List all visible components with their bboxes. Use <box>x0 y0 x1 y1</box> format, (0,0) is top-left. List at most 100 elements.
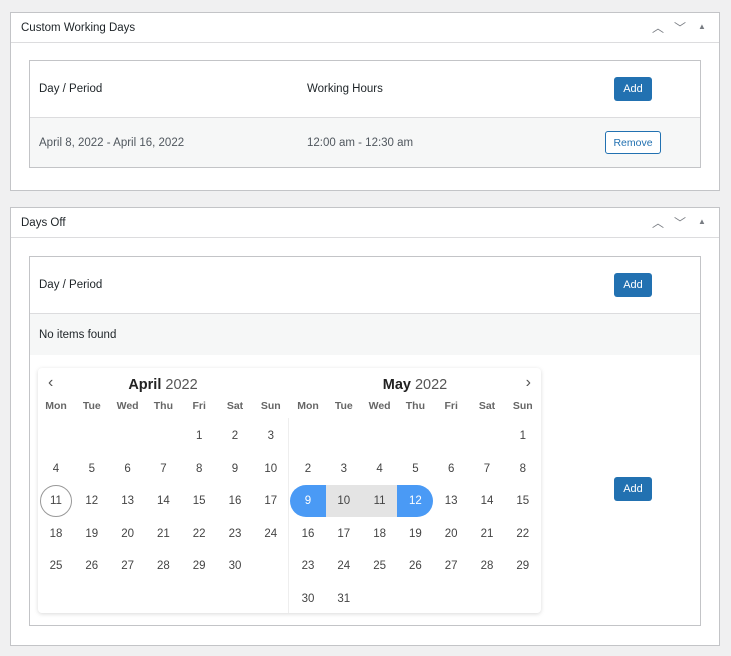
day-cell[interactable]: 3 <box>326 453 362 485</box>
day-cell[interactable]: 25 <box>38 550 74 582</box>
day-cell[interactable]: 11 <box>38 485 74 517</box>
panel-header: Days Off <box>11 208 719 238</box>
add-button[interactable]: Add <box>614 77 652 101</box>
day-cell[interactable]: 24 <box>326 550 362 582</box>
day-number: 8 <box>519 462 526 475</box>
move-down-icon[interactable]: ﹀ <box>673 19 687 36</box>
table-row: April 8, 2022 - April 16, 2022 12:00 am … <box>30 118 700 167</box>
day-cell[interactable]: 8 <box>181 453 217 485</box>
day-cell[interactable]: 18 <box>362 518 398 550</box>
day-cell[interactable]: 15 <box>181 485 217 517</box>
day-cell[interactable]: 30 <box>290 583 326 615</box>
day-cell[interactable]: 23 <box>290 550 326 582</box>
day-cell[interactable]: 6 <box>110 453 146 485</box>
day-number: 1 <box>195 430 203 442</box>
day-cell[interactable]: 24 <box>253 518 289 550</box>
day-number: 15 <box>516 495 530 507</box>
day-number: 23 <box>301 560 315 572</box>
table-header: Day / Period Working Hours Add <box>30 61 700 118</box>
col-working-hours: Working Hours <box>307 83 383 95</box>
day-cell[interactable]: 22 <box>505 518 541 550</box>
month-year: 2022 <box>165 377 198 393</box>
toggle-panel-icon[interactable]: ▲ <box>695 214 709 231</box>
day-number: 7 <box>483 462 491 475</box>
day-cell[interactable]: 10 <box>253 453 289 485</box>
day-cell[interactable]: 21 <box>145 518 181 550</box>
day-cell[interactable]: 9 <box>290 485 326 517</box>
day-cell[interactable]: 25 <box>362 550 398 582</box>
day-cell[interactable]: 9 <box>217 453 253 485</box>
day-cell[interactable]: 16 <box>217 485 253 517</box>
move-up-icon[interactable]: ︿ <box>651 214 665 231</box>
move-up-icon[interactable]: ︿ <box>651 19 665 36</box>
remove-button[interactable]: Remove <box>605 131 661 154</box>
day-cell[interactable]: 13 <box>110 485 146 517</box>
month-title: April 2022 <box>38 377 288 393</box>
panel-title: Custom Working Days <box>21 21 136 34</box>
day-number: 6 <box>124 462 131 475</box>
day-number: 8 <box>195 462 203 475</box>
day-cell[interactable]: 15 <box>505 485 541 517</box>
day-number: 30 <box>301 592 315 605</box>
day-number: 14 <box>480 495 494 507</box>
move-down-icon[interactable]: ﹀ <box>673 214 687 231</box>
day-number: 17 <box>264 495 278 507</box>
day-cell[interactable]: 31 <box>326 583 362 615</box>
day-number: 13 <box>444 495 458 507</box>
day-cell[interactable]: 14 <box>469 485 505 517</box>
day-cell[interactable]: 30 <box>217 550 253 582</box>
day-cell[interactable]: 1 <box>505 420 541 452</box>
day-cell[interactable]: 20 <box>110 518 146 550</box>
day-cell[interactable]: 17 <box>253 485 289 517</box>
add-button[interactable]: Add <box>614 273 652 297</box>
day-cell[interactable]: 12 <box>74 485 110 517</box>
day-cell[interactable]: 21 <box>469 518 505 550</box>
day-number: 20 <box>121 527 134 540</box>
day-number: 18 <box>49 527 63 540</box>
day-cell[interactable]: 5 <box>74 453 110 485</box>
day-cell[interactable]: 7 <box>145 453 181 485</box>
day-cell[interactable]: 5 <box>397 453 433 485</box>
day-cell[interactable]: 27 <box>110 550 146 582</box>
day-cell[interactable]: 19 <box>74 518 110 550</box>
working-days-table: Day / Period Working Hours Add April 8, … <box>29 60 701 168</box>
panel-title: Days Off <box>21 216 66 229</box>
day-cell[interactable]: 26 <box>74 550 110 582</box>
day-cell[interactable]: 4 <box>362 453 398 485</box>
day-cell[interactable]: 29 <box>181 550 217 582</box>
day-cell[interactable]: 20 <box>433 518 469 550</box>
day-cell[interactable]: 28 <box>145 550 181 582</box>
day-cell[interactable]: 19 <box>397 518 433 550</box>
day-cell[interactable]: 14 <box>145 485 181 517</box>
weekday-label: Wed <box>116 400 139 412</box>
day-cell[interactable]: 2 <box>290 453 326 485</box>
day-cell[interactable]: 17 <box>326 518 362 550</box>
day-cell[interactable]: 26 <box>397 550 433 582</box>
period-cell: April 8, 2022 - April 16, 2022 <box>39 136 185 149</box>
day-cell[interactable]: 1 <box>181 420 217 452</box>
day-cell[interactable]: 6 <box>433 453 469 485</box>
day-cell[interactable]: 22 <box>181 518 217 550</box>
day-cell[interactable]: 12 <box>397 485 434 517</box>
day-cell[interactable]: 27 <box>433 550 469 582</box>
day-cell[interactable]: 3 <box>253 420 289 452</box>
add-day-off-button[interactable]: Add <box>614 477 652 501</box>
day-cell[interactable]: 28 <box>469 550 505 582</box>
day-number: 31 <box>337 592 351 605</box>
hours-cell: 12:00 am - 12:30 am <box>307 136 414 149</box>
day-cell[interactable]: 2 <box>217 420 253 452</box>
day-cell[interactable]: 11 <box>361 485 398 517</box>
day-cell[interactable]: 16 <box>290 518 326 550</box>
toggle-panel-icon[interactable]: ▲ <box>695 19 709 36</box>
day-cell[interactable]: 7 <box>469 453 505 485</box>
day-cell[interactable]: 29 <box>505 550 541 582</box>
day-cell[interactable]: 4 <box>38 453 74 485</box>
day-cell[interactable]: 10 <box>325 485 362 517</box>
day-number: 2 <box>231 430 239 442</box>
day-cell[interactable]: 13 <box>433 485 469 517</box>
day-cell[interactable]: 8 <box>505 453 541 485</box>
weekday-label: Tue <box>82 400 101 412</box>
weekday-label: Thu <box>405 400 426 412</box>
day-cell[interactable]: 23 <box>217 518 253 550</box>
day-cell[interactable]: 18 <box>38 518 74 550</box>
